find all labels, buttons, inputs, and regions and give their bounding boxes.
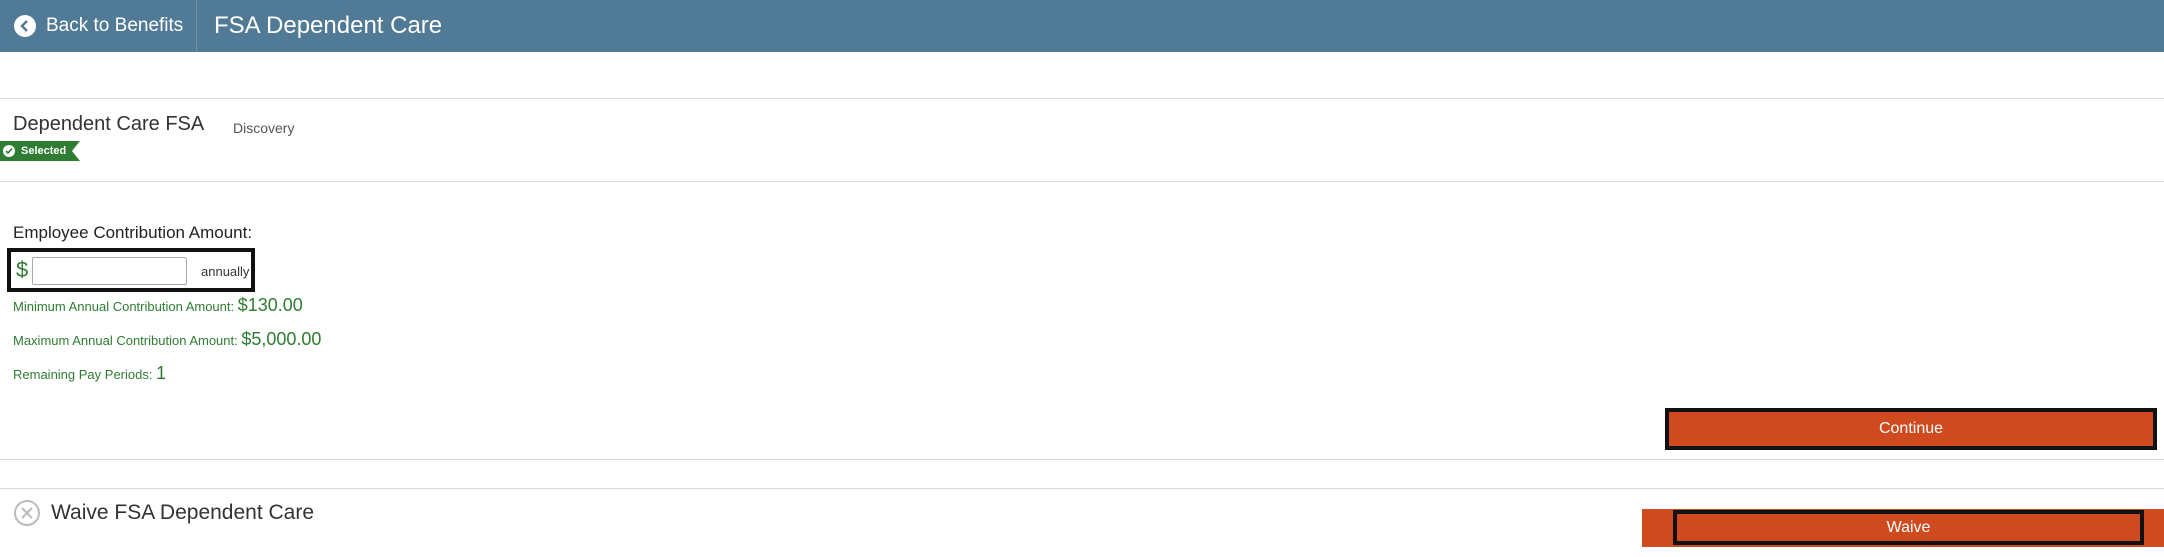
contribution-amount-input[interactable] [32, 257, 187, 285]
plan-name: Dependent Care FSA [13, 113, 205, 135]
close-circle-icon[interactable] [13, 499, 41, 527]
page-title: FSA Dependent Care [214, 12, 443, 39]
remaining-pay-periods-value: 1 [156, 363, 167, 383]
contribution-label: Employee Contribution Amount: [13, 223, 253, 242]
waive-section-title: Waive FSA Dependent Care [51, 501, 315, 524]
contribution-input-group: $ annually [7, 248, 255, 292]
top-bar: Back to Benefits FSA Dependent Care [0, 0, 2164, 52]
maximum-contribution: Maximum Annual Contribution Amount: $5,0… [13, 329, 321, 350]
waive-card: Waive FSA Dependent Care Waive [0, 488, 2164, 557]
back-link-label: Back to Benefits [46, 15, 184, 36]
currency-symbol: $ [16, 257, 29, 282]
check-circle-icon [3, 145, 15, 157]
back-to-benefits-link[interactable]: Back to Benefits [14, 0, 183, 52]
waive-button[interactable]: Waive [1673, 510, 2144, 545]
period-label: annually [201, 264, 250, 279]
plan-provider: Discovery [233, 120, 295, 136]
chevron-left-circle-icon [14, 15, 36, 37]
status-badge-label: Selected [21, 145, 67, 157]
status-badge: Selected [0, 141, 80, 161]
maximum-contribution-value: $5,000.00 [241, 329, 322, 349]
maximum-contribution-label: Maximum Annual Contribution Amount: [13, 333, 242, 348]
plan-card: Dependent Care FSA Discovery Selected Em… [0, 98, 2164, 460]
header-divider [196, 0, 197, 52]
minimum-contribution-label: Minimum Annual Contribution Amount: [13, 299, 238, 314]
minimum-contribution: Minimum Annual Contribution Amount: $130… [13, 295, 303, 316]
remaining-pay-periods: Remaining Pay Periods: 1 [13, 363, 166, 384]
remaining-pay-periods-label: Remaining Pay Periods: [13, 367, 157, 382]
card-divider [0, 181, 2164, 182]
minimum-contribution-value: $130.00 [237, 295, 303, 315]
continue-button[interactable]: Continue [1665, 408, 2157, 450]
